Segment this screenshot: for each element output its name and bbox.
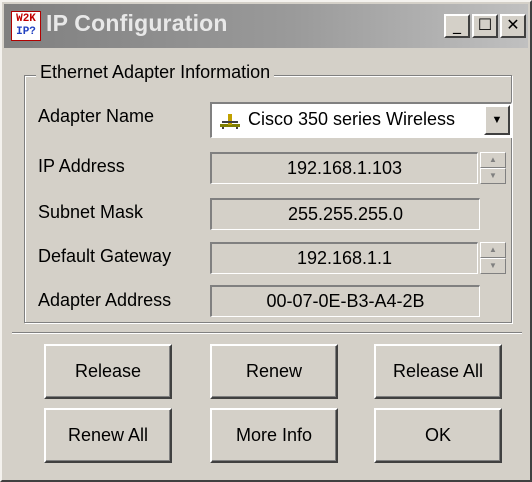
adapter-name-select[interactable]: Cisco 350 series Wireless ▼ [210,102,512,138]
ip-address-label: IP Address [38,156,125,176]
adapter-name-label: Adapter Name [38,106,155,126]
adapter-address-label: Adapter Address [38,290,172,310]
spin-up-icon[interactable]: ▲ [480,152,506,168]
w2k-ip-app-icon[interactable]: W2K IP? [11,11,41,41]
app-icon-line-1: W2K [16,13,36,25]
window-title: IP Configuration [46,10,228,36]
release-all-button[interactable]: Release All [374,344,502,399]
renew-all-button[interactable]: Renew All [44,408,172,463]
subnet-mask-field[interactable]: 255.255.255.0 [210,198,480,230]
ip-address-field[interactable]: 192.168.1.103 [210,152,478,184]
groupbox-title: Ethernet Adapter Information [36,62,275,83]
network-adapter-icon [220,114,240,129]
default-gateway-field[interactable]: 192.168.1.1 [210,242,478,274]
ip-configuration-window: W2K IP? IP Configuration _ ☐ ✕ Ethernet … [0,0,532,482]
title-bar[interactable]: W2K IP? IP Configuration _ ☐ ✕ [4,4,528,48]
default-gateway-spinner[interactable]: ▲ ▼ [480,242,506,274]
separator [12,332,522,334]
more-info-button[interactable]: More Info [210,408,338,463]
renew-button[interactable]: Renew [210,344,338,399]
release-button[interactable]: Release [44,344,172,399]
ok-button[interactable]: OK [374,408,502,463]
spin-down-icon[interactable]: ▼ [480,258,506,274]
ip-address-spinner[interactable]: ▲ ▼ [480,152,506,184]
chevron-down-icon[interactable]: ▼ [484,105,510,135]
adapter-address-field[interactable]: 00-07-0E-B3-A4-2B [210,285,480,317]
subnet-mask-label: Subnet Mask [38,202,144,222]
adapter-name-value: Cisco 350 series Wireless [248,109,456,129]
default-gateway-label: Default Gateway [38,246,172,266]
spin-down-icon[interactable]: ▼ [480,168,506,184]
minimize-button[interactable]: _ [444,14,470,38]
spin-up-icon[interactable]: ▲ [480,242,506,258]
close-button[interactable]: ✕ [500,14,526,38]
app-icon-line-2: IP? [16,26,36,38]
maximize-button[interactable]: ☐ [472,14,498,38]
